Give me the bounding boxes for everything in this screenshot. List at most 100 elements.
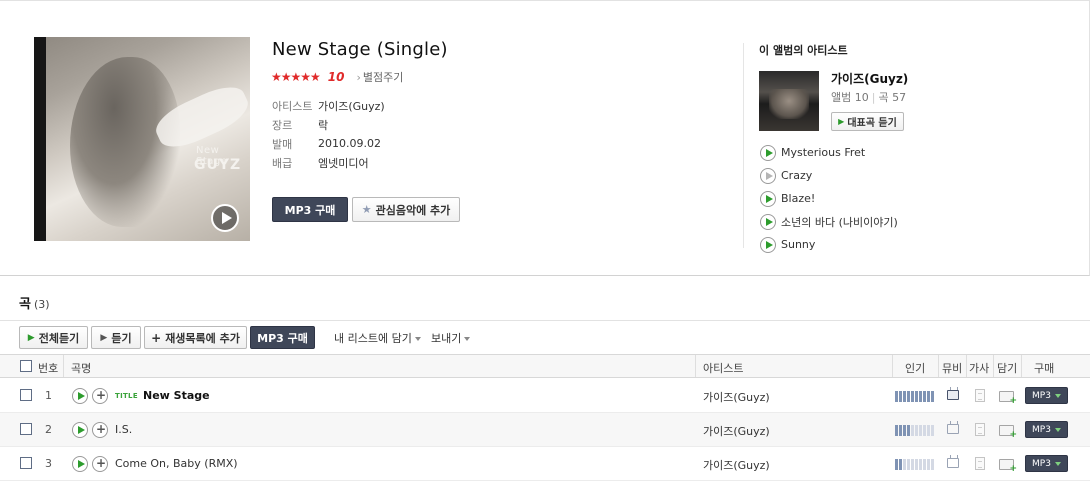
artist-song-title[interactable]: Crazy [781, 169, 812, 182]
folder-add-icon[interactable] [999, 391, 1017, 406]
add-circle-icon[interactable] [92, 422, 108, 438]
my-list-dropdown[interactable]: 내 리스트에 담기 [334, 330, 421, 346]
artist-song-item[interactable]: Blaze! [760, 187, 898, 210]
play-circle-icon[interactable] [72, 388, 88, 404]
meta-row-genre: 장르 락 [272, 115, 385, 134]
popularity-segment [915, 425, 918, 436]
popularity-segment [903, 425, 906, 436]
popularity-segment [895, 391, 898, 402]
add-circle-icon[interactable] [92, 388, 108, 404]
mp3-buy-button[interactable]: MP3 구매 [272, 197, 348, 222]
popularity-segment [895, 425, 898, 436]
track-row[interactable]: 3 Come On, Baby (RMX) 가이즈(Guyz) MP3 [0, 447, 1090, 481]
artist-song-title[interactable]: Sunny [781, 238, 815, 251]
add-circle-icon[interactable] [92, 456, 108, 472]
cover-logo: GUYZ [194, 157, 242, 173]
col-separator [892, 355, 893, 377]
track-row[interactable]: 1 TITLE New Stage 가이즈(Guyz) MP3 [0, 379, 1090, 413]
artist-song-item[interactable]: Crazy [760, 164, 898, 187]
artist-song-title[interactable]: 소년의 바다 (나비이야기) [781, 214, 898, 230]
artist-song-item[interactable]: Mysterious Fret [760, 141, 898, 164]
col-title: 곡명 [71, 362, 92, 375]
track-number: 1 [45, 389, 52, 402]
rating-score: 10 [327, 70, 345, 84]
popularity-segment [907, 391, 910, 402]
meta-label: 배급 [272, 156, 293, 170]
stats-separator: | [871, 91, 876, 104]
popularity-segment [927, 459, 930, 470]
artist-photo[interactable] [759, 71, 819, 131]
title-track-badge: TITLE [115, 392, 138, 400]
col-lyrics: 가사 [969, 362, 990, 375]
play-circle-icon-disabled [760, 167, 776, 184]
track-checkbox[interactable] [20, 389, 32, 401]
popularity-segment [931, 391, 934, 402]
play-circle-icon[interactable] [760, 236, 776, 253]
lyrics-icon[interactable] [975, 389, 985, 402]
folder-add-icon[interactable] [999, 425, 1017, 440]
col-popularity: 인기 [905, 362, 926, 375]
play-all-button[interactable]: ▶ 전체듣기 [19, 326, 88, 349]
popularity-bar [895, 391, 934, 402]
play-triangle-icon: ▶ [27, 332, 35, 343]
meta-value-release: 2010.09.02 [318, 137, 381, 150]
artist-song-list: Mysterious Fret Crazy Blaze! 소년의 바다 (나비이… [760, 141, 898, 256]
col-buy: 구매 [1034, 362, 1055, 375]
track-title[interactable]: I.S. [115, 423, 132, 436]
artist-song-item[interactable]: 소년의 바다 (나비이야기) [760, 210, 898, 233]
panel-divider [743, 43, 744, 248]
track-artist[interactable]: 가이즈(Guyz) [703, 423, 770, 439]
popularity-segment [899, 391, 902, 402]
add-favorite-button[interactable]: ★ 관심음악에 추가 [352, 197, 460, 222]
folder-add-icon[interactable] [999, 459, 1017, 474]
track-artist[interactable]: 가이즈(Guyz) [703, 457, 770, 473]
artist-song-title[interactable]: Mysterious Fret [781, 146, 865, 159]
popularity-segment [895, 459, 898, 470]
track-checkbox[interactable] [20, 423, 32, 435]
tv-icon [947, 424, 959, 434]
add-favorite-label: 관심음악에 추가 [375, 203, 451, 217]
share-dropdown[interactable]: 보내기 [431, 330, 470, 346]
play-circle-icon[interactable] [72, 422, 88, 438]
popularity-segment [911, 391, 914, 402]
meta-label: 발매 [272, 137, 293, 151]
track-title[interactable]: New Stage [143, 389, 210, 402]
track-title[interactable]: Come On, Baby (RMX) [115, 457, 238, 470]
play-circle-icon[interactable] [760, 144, 776, 161]
play-circle-icon[interactable] [72, 456, 88, 472]
popularity-segment [911, 459, 914, 470]
mp3-buy-row-button[interactable]: MP3 [1025, 421, 1068, 438]
lyrics-icon[interactable] [975, 457, 985, 470]
col-save: 담기 [997, 362, 1018, 375]
popularity-segment [903, 391, 906, 402]
artist-song-item[interactable]: Sunny [760, 233, 898, 256]
col-separator [1021, 355, 1022, 377]
meta-value-artist[interactable]: 가이즈(Guyz) [318, 98, 385, 114]
artist-song-title[interactable]: Blaze! [781, 192, 815, 205]
select-all-checkbox[interactable] [20, 360, 32, 372]
tv-icon[interactable] [947, 390, 959, 400]
play-selected-button[interactable]: ▶ 듣기 [91, 326, 141, 349]
meta-row-distributor: 배급 엠넷미디어 [272, 153, 385, 172]
lyrics-icon[interactable] [975, 423, 985, 436]
track-checkbox[interactable] [20, 457, 32, 469]
play-representative-button[interactable]: ▶ 대표곡 듣기 [831, 112, 904, 131]
mp3-buy-row-button[interactable]: MP3 [1025, 455, 1068, 472]
mp3-buy-selected-button[interactable]: MP3 구매 [250, 326, 315, 349]
track-row[interactable]: 2 I.S. 가이즈(Guyz) MP3 [0, 413, 1090, 447]
mp3-buy-row-button[interactable]: MP3 [1025, 387, 1068, 404]
add-to-playlist-button[interactable]: + 재생목록에 추가 [144, 326, 247, 349]
col-separator [695, 355, 696, 377]
rate-link[interactable]: 별점주기 [357, 69, 403, 85]
tracks-count: (3) [33, 298, 50, 311]
play-icon[interactable] [211, 204, 239, 232]
track-artist[interactable]: 가이즈(Guyz) [703, 389, 770, 405]
album-cover[interactable]: New Stage GUYZ [34, 37, 250, 241]
artist-name[interactable]: 가이즈(Guyz) [831, 70, 908, 87]
play-circle-icon[interactable] [760, 213, 776, 230]
popularity-segment [919, 391, 922, 402]
play-circle-icon[interactable] [760, 190, 776, 207]
add-to-playlist-label: 재생목록에 추가 [165, 331, 240, 345]
meta-row-artist: 아티스트 가이즈(Guyz) [272, 96, 385, 115]
meta-label: 장르 [272, 118, 293, 132]
